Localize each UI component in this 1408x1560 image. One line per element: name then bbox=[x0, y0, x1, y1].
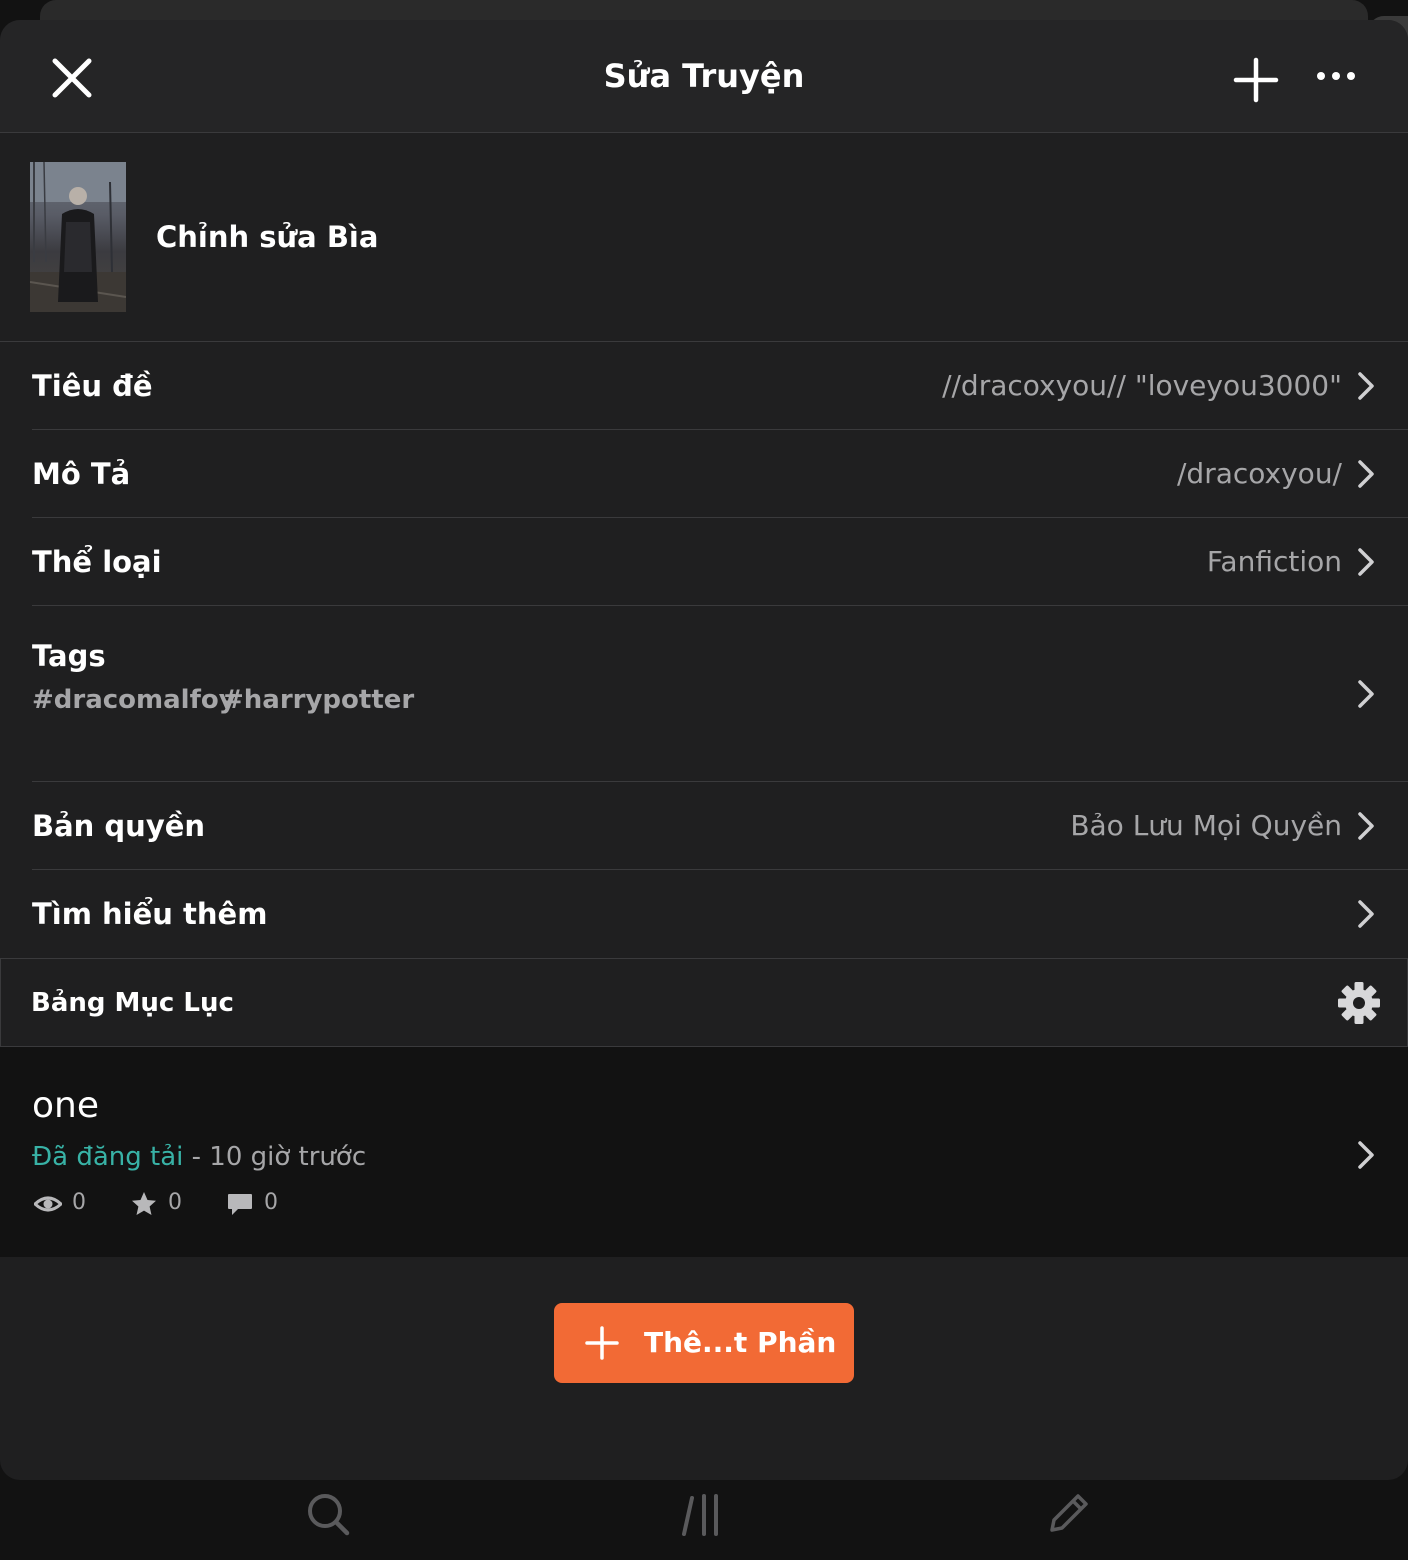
bottom-navigation bbox=[0, 1480, 1408, 1560]
star-icon bbox=[132, 1192, 156, 1215]
copyright-value: Bảo Lưu Mọi Quyền bbox=[1070, 809, 1342, 842]
chevron-right-icon bbox=[1358, 548, 1374, 576]
chevron-right-icon bbox=[1358, 1141, 1374, 1169]
table-of-contents-header: Bảng Mục Lục bbox=[0, 958, 1408, 1047]
part-time: - 10 giờ trước bbox=[183, 1142, 367, 1172]
published-status: Đã đăng tải bbox=[32, 1142, 184, 1172]
copyright-row[interactable]: Bản quyền Bảo Lưu Mọi Quyền bbox=[0, 782, 1408, 870]
pencil-icon[interactable] bbox=[1044, 1490, 1092, 1538]
edit-cover-label: Chỉnh sửa Bìa bbox=[156, 220, 379, 254]
tag-item: #dracomalfoy bbox=[32, 685, 236, 715]
title-label: Tiêu đề bbox=[32, 369, 153, 403]
view-count: 0 bbox=[72, 1190, 86, 1215]
gear-icon[interactable] bbox=[1337, 981, 1381, 1025]
learn-more-row[interactable]: Tìm hiểu thêm bbox=[0, 870, 1408, 958]
category-row[interactable]: Thể loại Fanfiction bbox=[0, 518, 1408, 606]
part-status-line: Đã đăng tải - 10 giờ trước bbox=[32, 1139, 366, 1175]
chevron-right-icon bbox=[1358, 460, 1374, 488]
cover-image bbox=[30, 162, 126, 312]
learn-more-label: Tìm hiểu thêm bbox=[32, 897, 268, 931]
comment-count: 0 bbox=[264, 1190, 278, 1215]
title-row[interactable]: Tiêu đề //dracoxyou// "loveyou3000" bbox=[0, 342, 1408, 430]
tags-row[interactable]: Tags #dracomalfoy #harrypotter bbox=[0, 606, 1408, 781]
tag-item: #harrypotter bbox=[222, 685, 415, 715]
chevron-right-icon bbox=[1358, 900, 1374, 928]
add-part-label: Thê...t Phần bbox=[644, 1326, 837, 1359]
header: Sửa Truyện bbox=[0, 20, 1408, 133]
category-value: Fanfiction bbox=[1206, 545, 1342, 578]
description-value: /dracoxyou/ bbox=[1177, 457, 1342, 490]
library-icon[interactable] bbox=[678, 1490, 726, 1538]
description-row[interactable]: Mô Tả /dracoxyou/ bbox=[0, 430, 1408, 518]
comment-icon bbox=[228, 1194, 252, 1215]
chevron-right-icon bbox=[1358, 812, 1374, 840]
more-horizontal-icon[interactable] bbox=[1314, 64, 1358, 88]
plus-icon bbox=[585, 1326, 619, 1360]
copyright-label: Bản quyền bbox=[32, 809, 206, 843]
chevron-right-icon bbox=[1358, 680, 1374, 708]
vote-count: 0 bbox=[168, 1190, 182, 1215]
edit-cover-row[interactable]: Chỉnh sửa Bìa bbox=[0, 133, 1408, 341]
chevron-right-icon bbox=[1358, 372, 1374, 400]
page-title: Sửa Truyện bbox=[603, 57, 805, 95]
title-value: //dracoxyou// "loveyou3000" bbox=[942, 369, 1342, 402]
search-icon[interactable] bbox=[304, 1490, 352, 1538]
part-list-item[interactable]: one Đã đăng tải - 10 giờ trước 0 0 0 bbox=[0, 1047, 1408, 1257]
plus-icon[interactable] bbox=[1232, 56, 1280, 104]
category-label: Thể loại bbox=[32, 545, 162, 579]
tags-label: Tags bbox=[32, 639, 106, 673]
description-label: Mô Tả bbox=[32, 457, 131, 491]
add-part-button[interactable]: Thê...t Phần bbox=[554, 1303, 854, 1383]
part-title: one bbox=[32, 1085, 99, 1126]
edit-story-sheet: Sửa Truyện Chỉnh sửa Bìa Tiêu đề //draco… bbox=[0, 20, 1408, 1480]
eye-icon bbox=[34, 1196, 62, 1212]
toc-label: Bảng Mục Lục bbox=[31, 988, 234, 1018]
